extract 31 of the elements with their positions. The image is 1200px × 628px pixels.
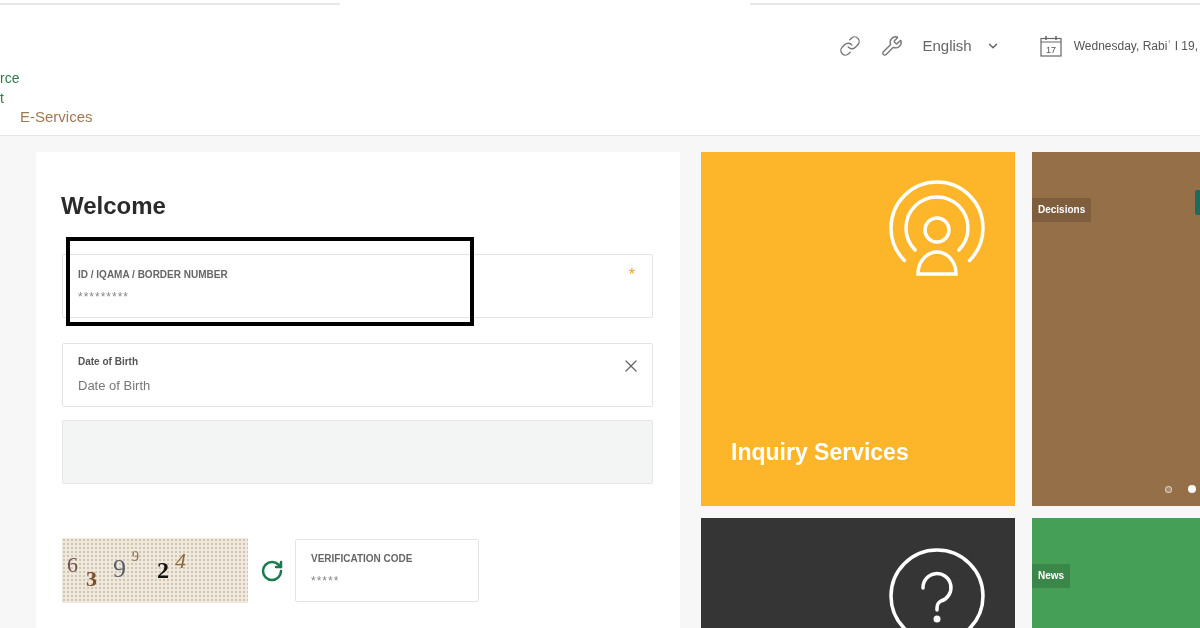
logo-subtitle: E-Services [19, 108, 93, 126]
captcha-character: 6 [67, 554, 78, 576]
logo-text: rce [0, 69, 20, 88]
language-dropdown[interactable]: English [922, 34, 1000, 58]
link-icon[interactable] [838, 35, 861, 57]
person-signal-icon [889, 180, 985, 276]
captcha-character: 9 [132, 550, 139, 564]
date-field[interactable]: Date of Birth Date of Birth [62, 343, 653, 407]
captcha-character: 3 [86, 568, 97, 590]
category-tag: News [1032, 564, 1071, 588]
captcha-character: 4 [175, 550, 186, 572]
calendar-icon: 17 [1039, 35, 1062, 57]
feed-tile[interactable]: Decisions [1032, 152, 1200, 506]
field-label: VERIFICATION CODE [311, 552, 414, 566]
captcha-character: 2 [157, 558, 169, 582]
help-icon [889, 548, 985, 628]
date-text: Wednesday, Rabiʿ I 19, [1073, 38, 1198, 55]
captcha-character: 9 [113, 556, 126, 582]
refresh-icon[interactable] [260, 558, 284, 583]
tile-title: Inquiry Services [730, 438, 910, 467]
field-label: ID / IQAMA / BORDER NUMBER [78, 268, 228, 282]
category-tag: Decisions [1032, 198, 1092, 222]
logo-text: t [0, 89, 4, 108]
input-field[interactable] [62, 420, 653, 484]
service-tile[interactable] [701, 518, 1015, 628]
feed-tile[interactable]: News [1032, 518, 1200, 628]
required-mark: * [628, 268, 636, 282]
wrench-icon[interactable] [880, 35, 903, 57]
verification-field[interactable]: VERIFICATION CODE ***** [295, 539, 479, 602]
field-label: Date of Birth [78, 355, 139, 369]
welcome-title: Welcome [61, 191, 167, 221]
